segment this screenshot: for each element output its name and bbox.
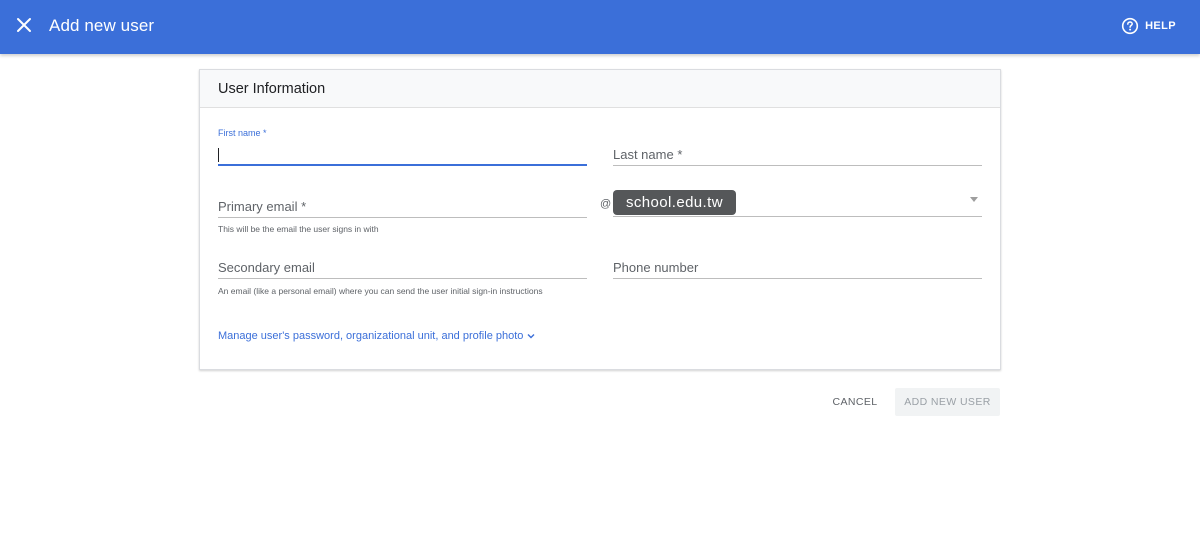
help-button[interactable]: HELP	[1121, 15, 1176, 37]
user-information-card: User Information First name * This will …	[199, 69, 1001, 370]
primary-email-helper: This will be the email the user signs in…	[218, 224, 379, 234]
last-name-input-wrap	[613, 144, 982, 166]
domain-selected-value: school.edu.tw	[613, 190, 736, 215]
help-circle-icon	[1121, 17, 1139, 35]
last-name-input[interactable]	[613, 144, 982, 165]
manage-user-settings-link[interactable]: Manage user's password, organizational u…	[218, 330, 536, 342]
dropdown-arrow-icon	[970, 197, 978, 202]
at-symbol: @	[600, 198, 612, 210]
text-caret	[218, 148, 219, 162]
last-name-field	[613, 128, 982, 166]
first-name-input-wrap	[218, 144, 587, 166]
primary-email-input-wrap	[218, 196, 587, 218]
secondary-email-input[interactable]	[218, 257, 587, 278]
close-button[interactable]	[12, 13, 36, 37]
card-header: User Information	[200, 70, 1000, 108]
primary-email-input[interactable]	[218, 196, 587, 217]
first-name-label: First name *	[218, 128, 267, 138]
first-name-input[interactable]	[218, 144, 587, 164]
phone-number-field	[613, 241, 982, 279]
chevron-down-icon	[527, 334, 535, 339]
cancel-button[interactable]: CANCEL	[823, 388, 887, 416]
phone-number-input[interactable]	[613, 257, 982, 278]
close-icon	[17, 18, 31, 32]
secondary-email-input-wrap	[218, 257, 587, 279]
manage-link-label: Manage user's password, organizational u…	[218, 330, 524, 342]
add-new-user-button[interactable]: ADD NEW USER	[895, 388, 1000, 416]
domain-select[interactable]: school.edu.tw	[613, 182, 982, 217]
first-name-field: First name *	[218, 128, 587, 166]
phone-number-input-wrap	[613, 257, 982, 279]
page-title: Add new user	[49, 16, 155, 35]
app-header: Add new user HELP	[0, 0, 1200, 54]
card-title: User Information	[218, 80, 326, 97]
secondary-email-helper: An email (like a personal email) where y…	[218, 286, 543, 296]
help-label: HELP	[1145, 20, 1176, 32]
primary-email-field	[218, 180, 587, 218]
secondary-email-field	[218, 241, 587, 279]
